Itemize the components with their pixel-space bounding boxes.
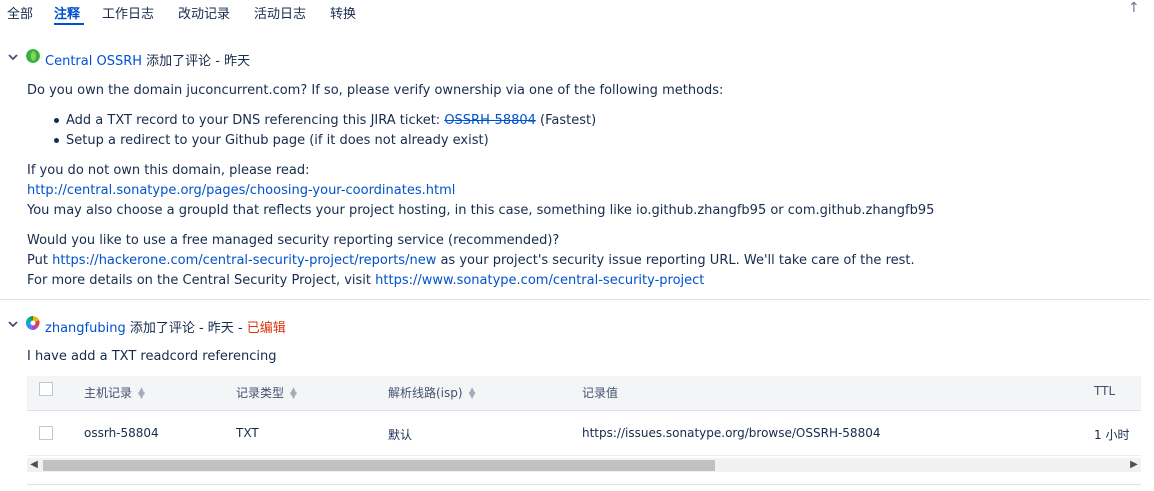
text: Put (27, 253, 53, 268)
bullet-dot (54, 138, 59, 143)
column-label: 记录类型 (236, 386, 285, 400)
column-header: 记录值 (582, 386, 619, 400)
comment-action: 添加了评论 - (125, 321, 208, 336)
column-label: 解析线路(isp) (388, 386, 463, 400)
tab-history[interactable]: 改动记录 (178, 3, 230, 22)
horizontal-scrollbar[interactable]: ◀ ▶ (27, 458, 1141, 472)
comment-meta: Central OSSRH 添加了评论 - 昨天 (45, 50, 250, 69)
column-header[interactable]: 解析线路(isp) ▲ ▼ (388, 384, 476, 401)
coordinates-link[interactable]: http://central.sonatype.org/pages/choosi… (27, 183, 455, 198)
comment-action: 添加了评论 - (142, 54, 225, 69)
bullet-dot (54, 118, 59, 123)
dns-record-table: 主机记录 ▲ ▼ 记录类型 ▲ ▼ 解析线路(isp) ▲ ▼ 记录值 TTL ossrh-… (27, 376, 1141, 476)
scroll-right-icon[interactable]: ▶ (1127, 458, 1141, 472)
text: For more details on the Central Security… (27, 273, 376, 288)
sort-icon[interactable]: ▲ ▼ (290, 386, 297, 400)
scrollbar-thumb[interactable] (43, 460, 715, 471)
column-label: 主机记录 (84, 386, 133, 400)
table-cell: 默认 (388, 428, 413, 442)
text: as your project's security issue reporti… (436, 253, 915, 268)
column-header: TTL (1094, 384, 1116, 398)
comment-paragraph: You may also choose a groupId that refle… (27, 203, 935, 218)
table-cell: 1 小时 (1094, 428, 1130, 442)
chevron-down-icon[interactable] (8, 52, 18, 62)
comment-meta: zhangfubing 添加了评论 - 昨天 - 已编辑 (45, 317, 286, 336)
sort-icon[interactable]: ▲ ▼ (138, 386, 145, 400)
comment-bullet: Setup a redirect to your Github page (if… (66, 133, 489, 148)
comment-paragraph: For more details on the Central Security… (27, 273, 704, 288)
tab-comments[interactable]: 注释 (54, 3, 80, 22)
comment-time[interactable]: 昨天 (208, 321, 234, 336)
table-bottom-border (27, 484, 1141, 485)
table-cell: TXT (236, 426, 259, 440)
tab-worklog[interactable]: 工作日志 (102, 3, 154, 22)
bullet-text: (Fastest) (535, 113, 597, 128)
comment-paragraph: If you do not own this domain, please re… (27, 163, 310, 178)
table-cell: https://issues.sonatype.org/browse/OSSRH… (582, 426, 881, 440)
sort-icon[interactable]: ▲ ▼ (469, 386, 476, 400)
comment-time[interactable]: 昨天 (224, 54, 250, 69)
column-header[interactable]: 主机记录 ▲ ▼ (84, 384, 145, 401)
comment-author[interactable]: Central OSSRH (45, 54, 142, 69)
select-all-checkbox[interactable] (39, 382, 53, 396)
color-wheel-avatar-icon[interactable] (26, 316, 40, 330)
chevron-down-icon[interactable] (8, 319, 18, 329)
comment-divider (0, 299, 1150, 300)
separator: - (233, 321, 247, 336)
comment-paragraph: Do you own the domain juconcurrent.com? … (27, 83, 724, 98)
comment-paragraph: Put https://hackerone.com/central-securi… (27, 253, 915, 268)
hackerone-link[interactable]: https://hackerone.com/central-security-p… (52, 253, 436, 268)
table-cell: ossrh-58804 (84, 426, 159, 440)
tab-transitions[interactable]: 转换 (330, 3, 356, 22)
scroll-top-icon[interactable]: ↑ (1128, 0, 1140, 16)
table-row: ossrh-58804 TXT 默认 https://issues.sonaty… (27, 411, 1141, 456)
row-checkbox[interactable] (39, 426, 53, 440)
active-tab-indicator (54, 23, 84, 25)
comment-paragraph: Would you like to use a free managed sec… (27, 233, 560, 248)
jira-ticket-link[interactable]: OSSRH-58804 (444, 113, 536, 128)
tab-all[interactable]: 全部 (7, 3, 33, 22)
bullet-text: Add a TXT record to your DNS referencing… (66, 113, 445, 128)
table-header: 主机记录 ▲ ▼ 记录类型 ▲ ▼ 解析线路(isp) ▲ ▼ 记录值 TTL (27, 376, 1141, 411)
scroll-left-icon[interactable]: ◀ (27, 458, 41, 472)
security-project-link[interactable]: https://www.sonatype.com/central-securit… (375, 273, 704, 288)
column-header[interactable]: 记录类型 ▲ ▼ (236, 384, 297, 401)
activity-tabs: 全部 注释 工作日志 改动记录 活动日志 转换 (0, 0, 1154, 26)
edited-label[interactable]: 已编辑 (247, 321, 286, 336)
comment-bullet: Add a TXT record to your DNS referencing… (66, 113, 596, 128)
green-leaf-avatar-icon[interactable] (26, 49, 40, 63)
tab-activity[interactable]: 活动日志 (254, 3, 306, 22)
comment-paragraph: I have add a TXT readcord referencing (27, 349, 277, 364)
comment-author[interactable]: zhangfubing (45, 321, 126, 336)
